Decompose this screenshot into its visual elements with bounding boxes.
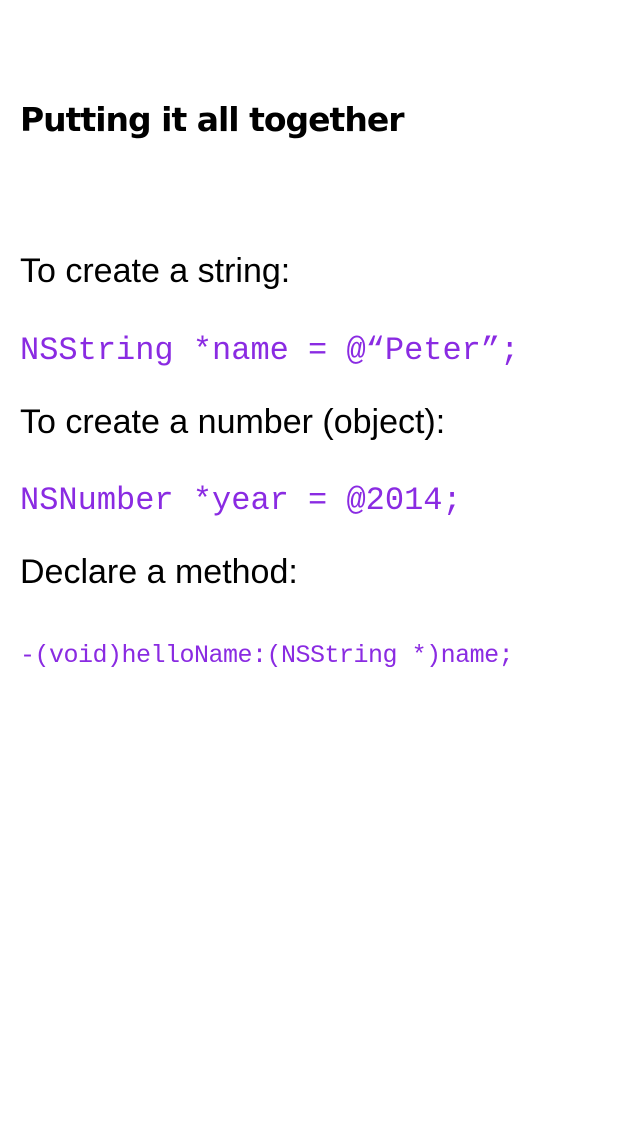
string-code-example: NSString *name = @“Peter”;	[20, 332, 520, 369]
slide-title: Putting it all together	[20, 100, 404, 139]
number-code-example: NSNumber *year = @2014;	[20, 482, 462, 519]
string-heading: To create a string:	[20, 252, 291, 290]
slide: Putting it all together To create a stri…	[0, 0, 640, 1136]
number-heading: To create a number (object):	[20, 403, 446, 441]
method-heading: Declare a method:	[20, 553, 298, 591]
method-code-example: -(void)helloName:(NSString *)name;	[20, 641, 514, 670]
